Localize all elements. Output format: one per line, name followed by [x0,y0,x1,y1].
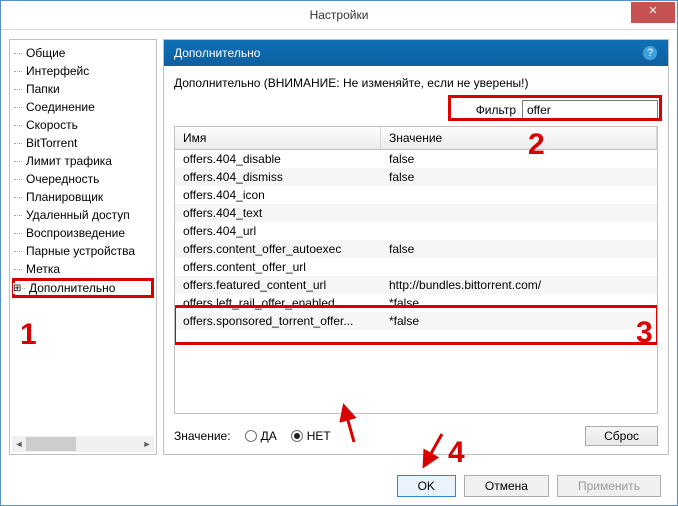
cell-name: offers.content_offer_url [175,259,381,275]
cell-name: offers.content_offer_autoexec [175,241,381,257]
cell-value: false [381,241,657,257]
warning-text: Дополнительно (ВНИМАНИЕ: Не изменяйте, е… [164,66,668,94]
advanced-table[interactable]: Имя Значение offers.404_disablefalseoffe… [174,126,658,414]
tree-item-bittorrent[interactable]: BitTorrent [12,134,154,152]
main-panel: Дополнительно ? Дополнительно (ВНИМАНИЕ:… [163,39,669,455]
cell-name: offers.404_url [175,223,381,239]
cell-value: *false [381,295,657,311]
tree-item-scheduler[interactable]: Планировщик [12,188,154,206]
radio-no-dot [291,430,303,442]
tree-item-bandwidth[interactable]: Лимит трафика [12,152,154,170]
titlebar: Настройки ✕ [1,1,677,30]
ok-button[interactable]: OK [397,475,456,497]
category-tree[interactable]: Общие Интерфейс Папки Соединение Скорост… [9,39,157,455]
table-row[interactable]: offers.404_url [175,222,657,240]
cell-value: false [381,151,657,167]
table-row[interactable]: offers.404_dismissfalse [175,168,657,186]
tree-item-speed[interactable]: Скорость [12,116,154,134]
cell-name: offers.sponsored_torrent_offer... [175,313,381,329]
cell-value [381,223,657,239]
table-row[interactable]: offers.sponsored_torrent_offer...*false [175,312,657,330]
cancel-button[interactable]: Отмена [464,475,549,497]
panel-header: Дополнительно ? [164,40,668,66]
close-button[interactable]: ✕ [631,2,675,23]
cell-value [381,187,657,203]
tree-item-queue[interactable]: Очередность [12,170,154,188]
table-row[interactable]: offers.left_rail_offer_enabled*false [175,294,657,312]
radio-yes-label: ДА [261,429,277,443]
horizontal-scrollbar[interactable]: ◄ ► [12,436,154,452]
table-row[interactable]: offers.404_disablefalse [175,150,657,168]
cell-value: *false [381,313,657,329]
tree-item-label[interactable]: Метка [12,260,154,278]
table-body: offers.404_disablefalseoffers.404_dismis… [175,150,657,330]
cell-name: offers.left_rail_offer_enabled [175,295,381,311]
table-row[interactable]: offers.content_offer_url [175,258,657,276]
table-row[interactable]: offers.404_icon [175,186,657,204]
help-icon[interactable]: ? [642,45,658,61]
reset-button[interactable]: Сброс [585,426,658,446]
table-header: Имя Значение [175,127,657,150]
cell-value [381,259,657,275]
tree-item-paired[interactable]: Парные устройства [12,242,154,260]
cell-value: false [381,169,657,185]
radio-yes-dot [245,430,257,442]
cell-name: offers.404_icon [175,187,381,203]
apply-button: Применить [557,475,661,497]
scroll-left-arrow[interactable]: ◄ [12,437,26,451]
filter-input[interactable] [522,100,658,120]
table-row[interactable]: offers.content_offer_autoexecfalse [175,240,657,258]
tree-item-folders[interactable]: Папки [12,80,154,98]
tree-root: Общие Интерфейс Папки Соединение Скорост… [10,40,156,302]
tree-item-general[interactable]: Общие [12,44,154,62]
filter-label: Фильтр [476,103,516,117]
cell-name: offers.404_dismiss [175,169,381,185]
cell-value [381,205,657,221]
radio-no-label: НЕТ [307,429,331,443]
radio-yes[interactable]: ДА [245,429,277,443]
filter-row: Фильтр [164,94,668,126]
scroll-right-arrow[interactable]: ► [140,437,154,451]
table-row[interactable]: offers.featured_content_urlhttp://bundle… [175,276,657,294]
tree-item-interface[interactable]: Интерфейс [12,62,154,80]
radio-no[interactable]: НЕТ [291,429,331,443]
value-editor-row: Значение: ДА НЕТ Сброс [164,414,668,454]
column-value[interactable]: Значение [381,127,657,149]
cell-name: offers.404_disable [175,151,381,167]
window-title: Настройки [1,8,677,22]
cell-name: offers.404_text [175,205,381,221]
content-area: Общие Интерфейс Папки Соединение Скорост… [9,39,669,455]
cell-value: http://bundles.bittorrent.com/ [381,277,657,293]
settings-window: Настройки ✕ Общие Интерфейс Папки Соедин… [0,0,678,506]
tree-item-advanced[interactable]: Дополнительно [12,278,154,298]
tree-item-connection[interactable]: Соединение [12,98,154,116]
tree-item-remote[interactable]: Удаленный доступ [12,206,154,224]
value-label: Значение: [174,429,231,443]
cell-name: offers.featured_content_url [175,277,381,293]
dialog-buttons: OK Отмена Применить [1,475,677,497]
panel-title: Дополнительно [174,46,260,60]
tree-item-playback[interactable]: Воспроизведение [12,224,154,242]
column-name[interactable]: Имя [175,127,381,149]
table-row[interactable]: offers.404_text [175,204,657,222]
scroll-thumb[interactable] [26,437,76,451]
